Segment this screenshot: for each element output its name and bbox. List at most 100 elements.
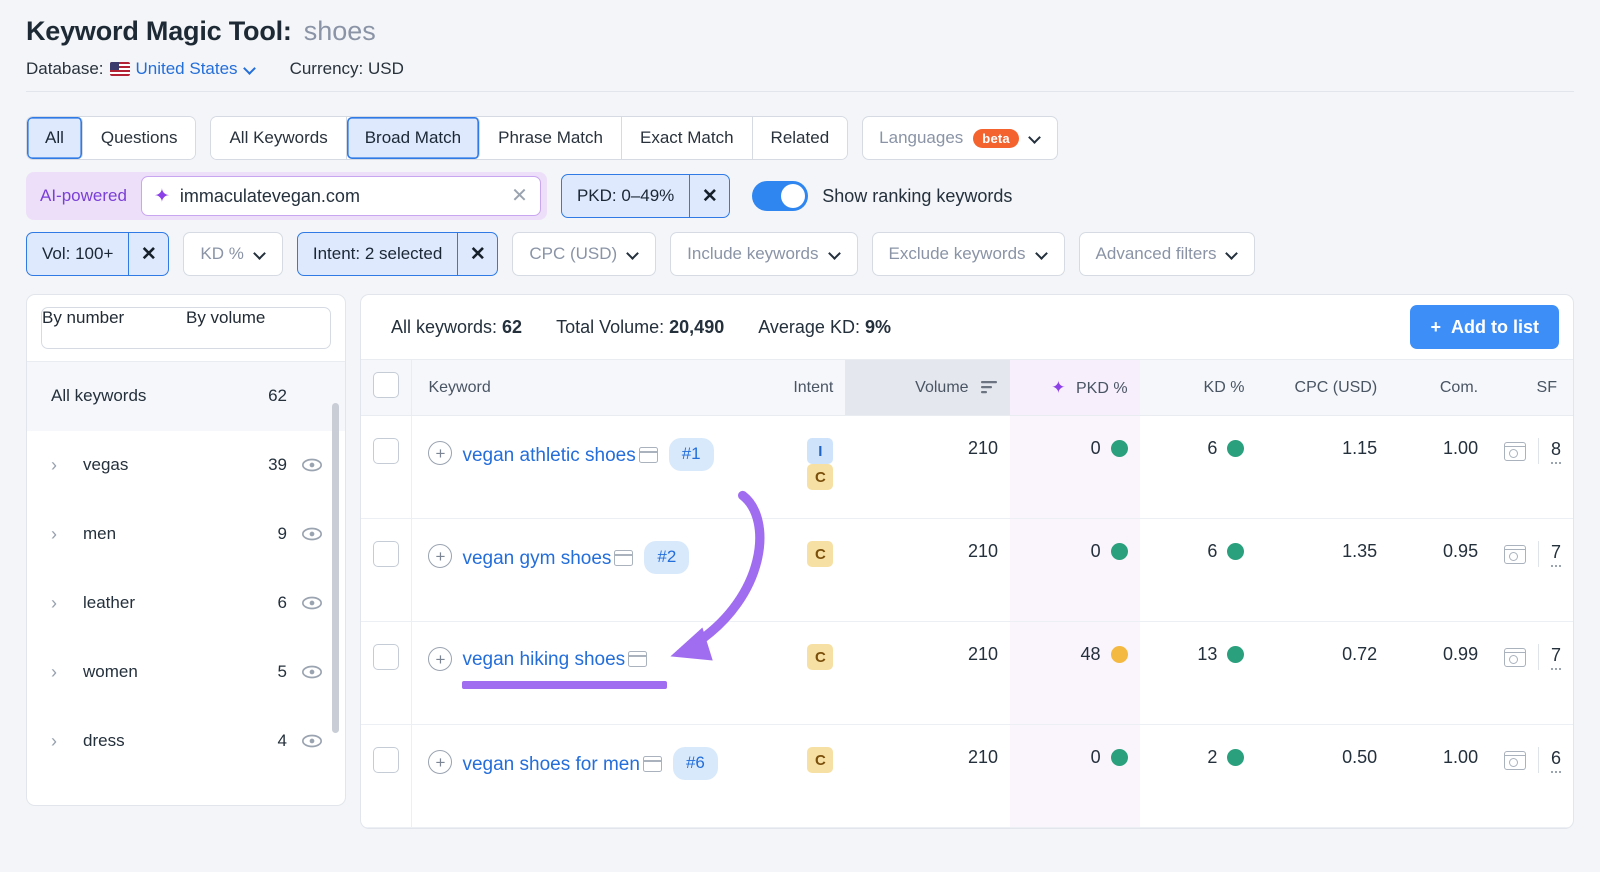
sidebar-scrollbar-thumb[interactable] xyxy=(332,403,339,733)
tab-broad-match[interactable]: Broad Match xyxy=(346,117,481,159)
chevron-down-icon[interactable] xyxy=(1226,248,1238,260)
column-header-volume[interactable]: Volume xyxy=(845,359,1010,416)
sidebar-scrollbar[interactable] xyxy=(332,403,339,799)
database-value[interactable]: United States xyxy=(136,59,238,79)
database-selector[interactable]: Database: United States xyxy=(26,59,256,79)
eye-icon[interactable] xyxy=(301,661,323,683)
advanced-filters-dropdown[interactable]: Advanced filters xyxy=(1078,232,1256,276)
row-checkbox[interactable] xyxy=(373,747,400,773)
serp-icon[interactable] xyxy=(642,756,662,772)
serp-icon[interactable] xyxy=(638,447,658,463)
pkd-filter-chip[interactable]: PKD: 0–49% ✕ xyxy=(560,174,731,218)
table-row[interactable]: + vegan hiking shoes C 210 48 13 0.72 0.… xyxy=(361,621,1573,725)
row-keyword-cell: + vegan hiking shoes xyxy=(411,621,763,725)
column-header-keyword[interactable]: Keyword xyxy=(411,359,763,416)
keyword-link[interactable]: vegan shoes for men #6 xyxy=(462,747,718,781)
tab-phrase-match[interactable]: Phrase Match xyxy=(480,117,622,159)
sidebar-item-men[interactable]: › men 9 xyxy=(27,500,345,569)
eye-icon[interactable] xyxy=(301,730,323,752)
rank-badge[interactable]: #1 xyxy=(668,438,714,471)
row-checkbox[interactable] xyxy=(373,541,400,567)
tab-by-number[interactable]: By number xyxy=(42,308,186,348)
select-all-checkbox[interactable] xyxy=(373,372,400,398)
rank-badge[interactable]: #2 xyxy=(644,541,690,574)
sidebar-item-count: 62 xyxy=(268,386,287,405)
serp-icon[interactable] xyxy=(614,550,634,566)
domain-input[interactable]: ✦ immaculatevegan.com ✕ xyxy=(140,176,541,216)
sidebar-item-leather[interactable]: › leather 6 xyxy=(27,569,345,638)
chevron-down-icon[interactable] xyxy=(254,248,266,260)
sidebar-item-all-keywords[interactable]: All keywords 62 xyxy=(27,362,345,431)
serp-features-icon[interactable] xyxy=(1503,544,1526,564)
ai-filter-row: AI-powered ✦ immaculatevegan.com ✕ PKD: … xyxy=(26,172,1574,220)
add-keyword-icon[interactable]: + xyxy=(428,544,453,568)
remove-volume-filter-icon[interactable]: ✕ xyxy=(128,233,168,275)
tab-exact-match[interactable]: Exact Match xyxy=(622,117,753,159)
summary-all-keywords-value: 62 xyxy=(502,316,523,337)
tab-all[interactable]: All xyxy=(27,117,83,159)
sidebar-item-vegas[interactable]: › vegas 39 xyxy=(27,431,345,500)
serp-icon[interactable] xyxy=(628,651,648,667)
column-header-cpc[interactable]: CPC (USD) xyxy=(1256,359,1390,416)
remove-intent-filter-icon[interactable]: ✕ xyxy=(457,233,497,275)
eye-icon[interactable] xyxy=(301,592,323,614)
tab-by-volume[interactable]: By volume xyxy=(186,308,330,348)
serp-features-icon[interactable] xyxy=(1503,750,1526,770)
sidebar-item-women[interactable]: › women 5 xyxy=(27,638,345,707)
show-ranking-keywords-toggle[interactable] xyxy=(752,181,809,211)
chevron-right-icon[interactable]: › xyxy=(51,524,67,545)
sort-icon[interactable] xyxy=(980,380,998,394)
sidebar-item-label: leather xyxy=(83,593,135,612)
add-to-list-button[interactable]: + Add to list xyxy=(1410,305,1559,349)
volume-chip-label: Vol: 100+ xyxy=(42,244,114,263)
add-keyword-icon[interactable]: + xyxy=(428,441,453,465)
chevron-right-icon[interactable]: › xyxy=(51,593,67,614)
chevron-right-icon[interactable]: › xyxy=(51,731,67,752)
row-checkbox[interactable] xyxy=(373,644,400,670)
eye-icon[interactable] xyxy=(301,523,323,545)
cpc-filter-label: CPC (USD) xyxy=(529,244,618,263)
keyword-link[interactable]: vegan hiking shoes xyxy=(462,644,650,676)
table-row[interactable]: + vegan gym shoes #2 C 210 0 6 1.35 0.95… xyxy=(361,518,1573,622)
cpc-filter-dropdown[interactable]: CPC (USD) xyxy=(512,232,657,276)
tab-questions[interactable]: Questions xyxy=(82,117,196,159)
tab-all-keywords[interactable]: All Keywords xyxy=(211,117,347,159)
tab-related[interactable]: Related xyxy=(752,117,848,159)
sidebar-item-dress[interactable]: › dress 4 xyxy=(27,707,345,776)
summary-average-kd-value: 9% xyxy=(864,316,891,337)
chevron-right-icon[interactable]: › xyxy=(51,662,67,683)
kd-filter-dropdown[interactable]: KD % xyxy=(183,232,283,276)
rank-badge[interactable]: #6 xyxy=(672,747,718,780)
column-header-kd[interactable]: KD % xyxy=(1139,359,1257,416)
volume-filter-chip[interactable]: Vol: 100+ ✕ xyxy=(26,232,170,276)
us-flag-icon xyxy=(109,62,130,76)
chevron-down-icon[interactable] xyxy=(829,248,841,260)
row-keyword-cell: + vegan athletic shoes #1 xyxy=(411,415,763,519)
remove-pkd-filter-icon[interactable]: ✕ xyxy=(689,175,729,217)
add-keyword-icon[interactable]: + xyxy=(428,750,453,774)
column-header-pkd[interactable]: ✦ PKD % xyxy=(1010,359,1140,416)
chevron-down-icon[interactable] xyxy=(627,248,639,260)
languages-dropdown[interactable]: Languages beta xyxy=(862,116,1058,160)
exclude-keywords-dropdown[interactable]: Exclude keywords xyxy=(871,232,1065,276)
add-keyword-icon[interactable]: + xyxy=(428,647,453,671)
eye-icon[interactable] xyxy=(301,454,323,476)
chevron-down-icon[interactable] xyxy=(244,63,256,75)
row-checkbox[interactable] xyxy=(373,438,400,464)
serp-features-icon[interactable] xyxy=(1503,647,1526,667)
keyword-link[interactable]: vegan athletic shoes #1 xyxy=(462,438,714,472)
sparkle-icon: ✦ xyxy=(153,185,170,207)
chevron-down-icon[interactable] xyxy=(1036,248,1048,260)
include-keywords-dropdown[interactable]: Include keywords xyxy=(670,232,858,276)
clear-domain-icon[interactable]: ✕ xyxy=(511,186,528,206)
chevron-right-icon[interactable]: › xyxy=(51,455,67,476)
intent-filter-chip[interactable]: Intent: 2 selected ✕ xyxy=(296,232,499,276)
column-header-intent[interactable]: Intent xyxy=(762,359,846,416)
table-row[interactable]: + vegan shoes for men #6 C 210 0 2 0.50 xyxy=(361,724,1573,828)
keyword-link[interactable]: vegan gym shoes #2 xyxy=(462,541,690,575)
table-row[interactable]: + vegan athletic shoes #1 IC 210 0 6 1.15 xyxy=(361,415,1573,519)
serp-features-icon[interactable] xyxy=(1503,441,1526,461)
column-header-com[interactable]: Com. xyxy=(1389,359,1491,416)
chevron-down-icon[interactable] xyxy=(1029,132,1041,144)
column-header-sf[interactable]: SF xyxy=(1490,359,1573,416)
